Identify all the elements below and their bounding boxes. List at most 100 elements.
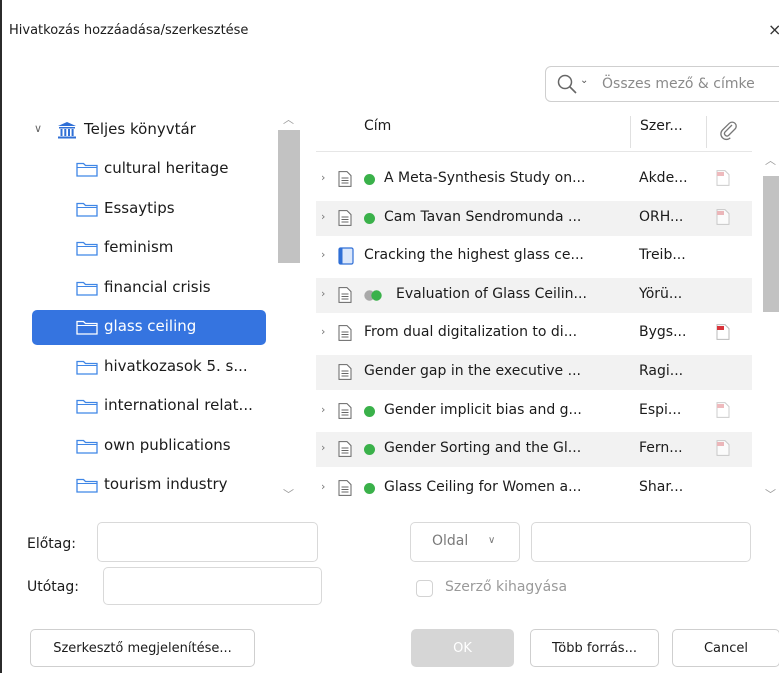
status-dot-icon [364, 174, 375, 185]
table-row[interactable]: › Cracking the highest glass ce... Treib..… [316, 239, 752, 274]
chevron-right-icon[interactable]: › [321, 171, 325, 184]
column-header-title[interactable]: Cím [364, 118, 391, 134]
tree-item-label: hivatkozasok 5. s... [104, 357, 248, 375]
tree-item[interactable]: feminism [32, 231, 266, 266]
cancel-button[interactable]: Cancel [672, 629, 779, 667]
row-title: A Meta-Synthesis Study on... [384, 170, 586, 186]
chevron-down-icon[interactable]: ∨ [34, 122, 42, 135]
omit-author-label: Szerző kihagyása [445, 579, 568, 595]
tree-item[interactable]: tourism industry [32, 468, 266, 503]
library-icon [58, 122, 76, 139]
status-dot-icon [364, 444, 375, 455]
status-dot-icon [364, 406, 375, 417]
table-row[interactable]: › Gender implicit bias and g... Espi... [316, 394, 752, 429]
table-row[interactable]: › From dual digitalization to di... Bygs..… [316, 316, 752, 351]
table-row[interactable]: › Glass Ceiling for Women a... Shar... [316, 471, 752, 506]
search-icon [557, 74, 577, 94]
tree-item[interactable]: hivatkozasok 5. s... [32, 350, 266, 385]
suffix-field[interactable] [103, 567, 322, 605]
locator-dropdown[interactable]: Oldal ∨ [410, 522, 520, 562]
column-divider[interactable] [706, 116, 707, 148]
dialog-title: Hivatkozás hozzáadása/szerkesztése [9, 23, 249, 38]
table-row[interactable]: › Gender Sorting and the Gl... Fern... [316, 432, 752, 467]
scroll-down-icon[interactable]: ﹀ [765, 486, 776, 502]
search-input[interactable]: Összes mező & címke [602, 76, 755, 92]
chevron-right-icon[interactable]: › [321, 441, 325, 454]
chevron-right-icon[interactable]: › [321, 248, 325, 261]
document-icon [338, 441, 352, 457]
prefix-field[interactable] [97, 522, 318, 562]
pdf-icon[interactable] [716, 440, 730, 456]
show-editor-button[interactable]: Szerkesztő megjelenítése... [30, 629, 255, 667]
paperclip-icon[interactable] [717, 119, 739, 141]
row-title: Gender implicit bias and g... [384, 402, 582, 418]
tree-item[interactable]: Essaytips [32, 192, 266, 227]
tree-item-label: feminism [104, 238, 174, 256]
tree-item-label: tourism industry [104, 475, 228, 493]
tree-root-label[interactable]: Teljes könyvtár [84, 120, 196, 138]
scroll-up-icon[interactable]: ︿ [283, 111, 294, 127]
ok-button[interactable]: OK [411, 629, 514, 667]
chevron-right-icon[interactable]: › [321, 210, 325, 223]
document-icon [338, 210, 352, 226]
pdf-icon[interactable] [716, 209, 730, 225]
row-title: Gender Sorting and the Gl... [384, 440, 582, 456]
row-creator: Bygs... [639, 324, 687, 340]
document-icon [338, 480, 352, 496]
document-icon [338, 364, 352, 380]
folder-icon [76, 399, 98, 414]
row-title: From dual digitalization to di... [364, 324, 578, 340]
tree-item[interactable]: own publications [32, 429, 266, 464]
scroll-up-icon[interactable]: ︿ [765, 152, 776, 168]
row-title: Glass Ceiling for Women a... [384, 479, 582, 495]
tree-item-label: glass ceiling [104, 317, 197, 335]
row-title: Evaluation of Glass Ceilin... [396, 286, 587, 302]
chevron-right-icon[interactable]: › [321, 325, 325, 338]
tree-scroll-thumb[interactable] [278, 130, 300, 263]
pdf-icon[interactable] [716, 402, 730, 418]
tree-item[interactable]: cultural heritage [32, 152, 266, 187]
column-header-creator[interactable]: Szer... [640, 118, 683, 134]
table-row[interactable]: › A Meta-Synthesis Study on... Akde... [316, 162, 752, 197]
row-creator: Fern... [639, 440, 683, 456]
chevron-right-icon[interactable]: › [321, 287, 325, 300]
row-creator: Akde... [639, 170, 688, 186]
folder-icon [76, 439, 98, 454]
row-creator: Espi... [639, 402, 682, 418]
folder-icon [76, 478, 98, 493]
tree-item[interactable]: financial crisis [32, 271, 266, 306]
pdf-icon[interactable] [716, 170, 730, 186]
tree-item[interactable]: international relat... [32, 389, 266, 424]
header-divider [316, 151, 752, 152]
row-title: Cam Tavan Sendromunda ... [384, 209, 582, 225]
status-dot-icon [364, 483, 375, 494]
search-box[interactable]: ⌄ Összes mező & címke [545, 66, 779, 102]
chevron-down-icon[interactable]: ⌄ [580, 75, 588, 86]
close-icon[interactable]: × [768, 20, 779, 39]
folder-icon [76, 360, 98, 375]
scroll-down-icon[interactable]: ﹀ [283, 486, 294, 502]
row-creator: ORH... [639, 209, 684, 225]
omit-author-checkbox[interactable] [416, 580, 433, 597]
tree-item-label: own publications [104, 436, 231, 454]
locator-value: Oldal [432, 533, 469, 549]
tree-item[interactable]: glass ceiling [32, 310, 266, 345]
chevron-right-icon[interactable]: › [321, 480, 325, 493]
chevron-right-icon[interactable]: › [321, 403, 325, 416]
column-divider[interactable] [630, 116, 631, 148]
document-icon [338, 171, 352, 187]
locator-field[interactable] [531, 522, 751, 562]
folder-icon [76, 202, 98, 217]
items-scroll-thumb[interactable] [763, 176, 779, 312]
row-creator: Shar... [639, 479, 684, 495]
row-title: Gender gap in the executive ... [364, 363, 581, 379]
window-edge [0, 0, 2, 673]
pdf-icon[interactable] [716, 324, 730, 340]
table-row[interactable]: › Cam Tavan Sendromunda ... ORH... [316, 201, 752, 236]
tree-item-label: international relat... [104, 396, 253, 414]
suffix-label: Utótag: [27, 579, 79, 595]
status-half-icon [364, 290, 382, 301]
table-row[interactable]: Gender gap in the executive ... Ragi... [316, 355, 752, 390]
multiple-sources-button[interactable]: Több forrás... [530, 629, 659, 667]
table-row[interactable]: › Evaluation of Glass Ceilin... Yörü... [316, 278, 752, 313]
